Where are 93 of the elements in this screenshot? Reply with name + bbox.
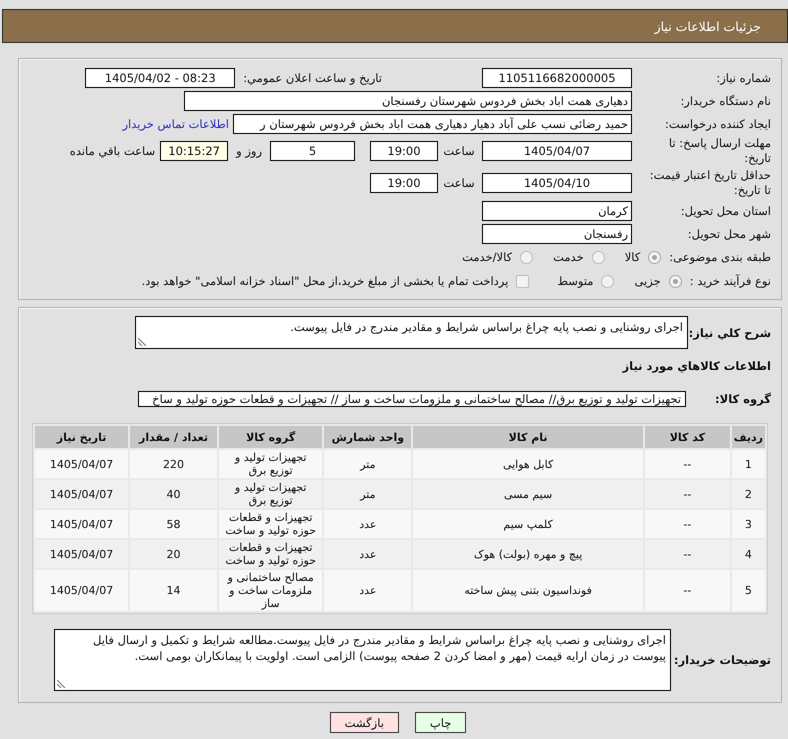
radio-label: خدمت [553,250,584,264]
table-cell: 1405/04/07 [35,480,128,508]
buyer-contact-link[interactable]: اطلاعات تماس خریدار [122,116,229,130]
buyer-notes-label: توضیحات خریدار: [672,653,771,667]
summary-label: شرح کلي نیاز: [688,326,771,340]
table-cell: 1405/04/07 [35,540,128,568]
province-label: استان محل تحویل: [680,204,771,218]
table-cell: متر [324,450,412,478]
table-cell: سیم مسی [413,480,643,508]
column-header: کد کالا [644,426,730,448]
table-cell: 2 [732,480,765,508]
column-header: تعداد / مقدار [130,426,217,448]
table-cell: عدد [324,510,412,538]
table-cell: تجهیزات و قطعات حوزه تولید و ساخت [218,510,322,538]
section-heading: اطلاعات کالاهاي مورد نیاز [621,358,771,374]
radio-button[interactable] [520,250,534,264]
buyer-notes-field[interactable]: اجرای روشنایی و نصب پایه چراغ براساس شرایط و مقادیر مندرج در فایل پیوست.مطالعه شرایط و تکمیل و ارسال فایل پیوست در زمان ارایه قیمت (مهر و امضا کردن 2 صفحه پیوست) الزامی است. اولویت با پیمانکاران بومی است. [54,629,671,691]
table-cell: 1405/04/07 [35,570,128,611]
buyer-label: نام دستگاه خریدار: [679,94,771,108]
column-header: تاریخ نیاز [35,426,128,448]
table-cell: 14 [130,570,217,611]
table-cell: کلمپ سیم [413,510,643,538]
days-label: روز و [236,144,262,158]
announcement-field[interactable]: 1405/04/02 - 08:23 [85,68,236,88]
validity-time-field[interactable]: 19:00 [370,173,438,193]
need-number-label: شماره نیاز: [715,70,771,84]
table-cell: 20 [130,540,217,568]
table-cell: پیچ و مهره (بولت) هوک [413,540,643,568]
deadline-date-field[interactable]: 1405/04/07 [482,141,632,161]
table-cell: کابل هوایی [413,450,643,478]
city-label: شهر محل تحویل: [686,226,771,240]
table-cell: مصالح ساختمانی و ملزومات ساخت و ساز [218,570,322,611]
announcement-label: تاریخ و ساعت اعلان عمومي: [243,70,382,84]
table-cell: -- [644,480,730,508]
table-cell: 40 [130,480,217,508]
validity-label: حداقل تاریخ اعتبار قیمت: تا تاریخ: [648,168,771,198]
radio-button[interactable] [668,274,682,288]
checkbox-label: پرداخت تمام یا بخشی از مبلغ خرید،از محل "اسناد خزانه اسلامی" خواهد بود. [142,274,508,288]
back-button[interactable]: بازگشت [330,712,399,733]
buyer-field[interactable]: دهیاری همت اباد بخش فردوس شهرستان رفسنجان [184,90,632,110]
table-cell: 1 [732,450,765,478]
city-field[interactable]: رفسنجان [482,224,632,244]
table-cell: تجهیزات تولید و توزیع برق [218,480,322,508]
table-cell: 3 [732,510,765,538]
deadline-label: مهلت ارسال پاسخ: تا تاریخ: [668,136,771,166]
column-header: ردیف [732,426,765,448]
table-cell: -- [644,450,730,478]
radio-button[interactable] [601,274,614,288]
process-label: نوع فرآیند خرید : [690,274,771,288]
province-field[interactable]: کرمان [482,200,632,220]
radio-label: متوسط [557,274,594,288]
checkbox[interactable] [516,274,530,288]
radio-button[interactable] [592,250,605,264]
resize-grip-icon[interactable] [138,337,147,346]
time-left-field[interactable]: 10:15:27 [160,141,228,161]
radio-label: جزیی [634,274,661,288]
table-cell: 1405/04/07 [35,510,128,538]
time-left-label: ساعت باقي مانده [70,144,156,158]
requester-label: ایجاد کننده درخواست: [664,116,771,130]
radio-label: کالا [624,250,640,264]
table-cell: عدد [324,570,412,611]
table-cell: عدد [324,540,412,568]
table-cell: 1405/04/07 [35,450,128,478]
column-header: واحد شمارش [324,426,412,448]
print-button[interactable]: چاپ [414,712,466,733]
table-cell: -- [644,570,730,611]
table-cell: 220 [130,450,217,478]
summary-field[interactable]: اجرای روشنایی و نصب پایه چراغ براساس شرایط و مقادیر مندرج در فایل پیوست. [135,316,688,349]
time-label: ساعت [442,176,476,190]
table-cell: 4 [732,540,765,568]
column-header: گروه کالا [218,426,322,448]
table-cell: تجهیزات تولید و توزیع برق [218,450,322,478]
goods-group-field[interactable]: تجهیزات تولید و توزیع برق// مصالح ساختمانی و ملزومات ساخت و ساز // تجهیزات و قطعات حوزه تولید و ساخ [138,391,686,407]
column-header: نام کالا [413,426,643,448]
time-label: ساعت [442,144,476,158]
need-number-field[interactable]: 1105116682000005 [482,68,632,88]
radio-button[interactable] [648,250,662,264]
deadline-time-field[interactable]: 19:00 [370,141,438,161]
page-title: جزئیات اطلاعات نیاز [654,18,761,34]
table-cell: -- [644,540,730,568]
table-cell: فونداسیون بتنی پیش ساخته [413,570,643,611]
validity-date-field[interactable]: 1405/04/10 [482,173,632,193]
table-cell: متر [324,480,412,508]
days-left-field[interactable]: 5 [270,141,355,161]
category-label: طبقه بندی موضوعی: [669,250,771,264]
table-cell: 5 [732,570,765,611]
table-cell: -- [644,510,730,538]
table-cell: 58 [130,510,217,538]
table-cell: تجهیزات و قطعات حوزه تولید و ساخت [218,540,322,568]
goods-group-label: گروه کالا: [714,392,771,406]
radio-label: کالا/خدمت [462,250,512,264]
resize-grip-icon[interactable] [57,679,66,688]
requester-field[interactable]: حمید رضائی نسب علی آباد دهیار دهیاری همت اباد بخش فردوس شهرستان ر [233,114,632,134]
